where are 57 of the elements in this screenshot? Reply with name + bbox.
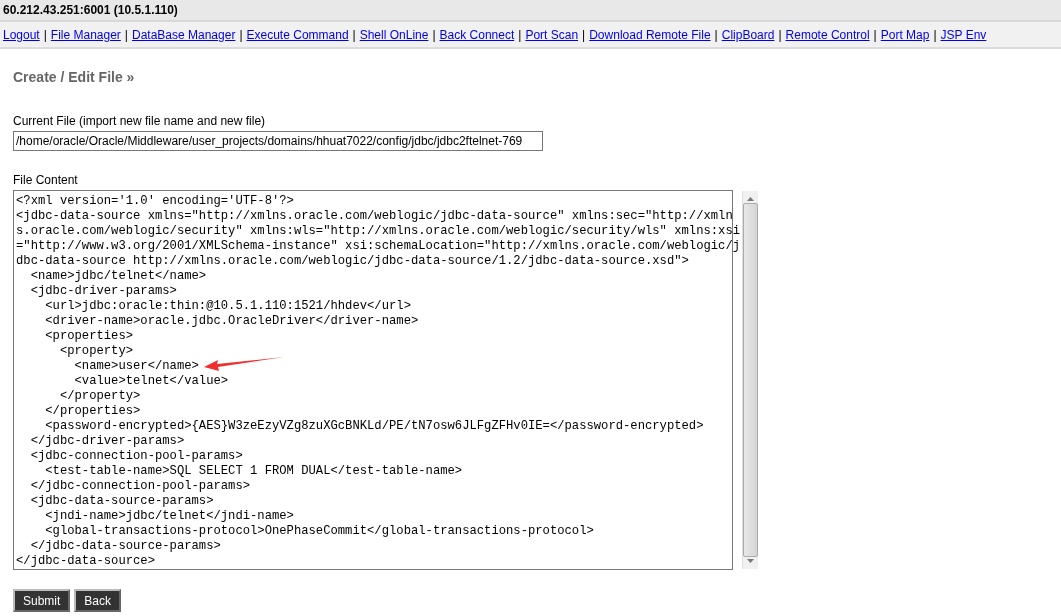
code-line: <global-transactions-protocol>OnePhaseCommit</global-transactions-protocol>: [44, 524, 594, 539]
link-separator: |: [43, 27, 47, 42]
nav-link[interactable]: File Manager: [50, 27, 121, 42]
link-separator: |: [432, 27, 436, 42]
link-separator: |: [873, 27, 877, 42]
nav-link[interactable]: Port Scan: [525, 27, 579, 42]
file-path-field[interactable]: /home/oracle/Oracle/Middleware/user_projects/domains/hhuat7022/config/jdbc/jdbc2ftelnet-769: [13, 131, 543, 151]
code-line: <jdbc-data-source xmlns="http://xmlns.oracle.com/weblogic/jdbc-data-source" xmlns:sec="http://xmln: [16, 209, 733, 224]
code-line: <url>jdbc:oracle:thin:@10.5.1.110:1521/hhdev</url>: [44, 299, 411, 314]
code-line: </jdbc-data-source>: [16, 554, 155, 569]
link-separator: |: [124, 27, 128, 42]
nav-link[interactable]: Remote Control: [785, 27, 870, 42]
field-label: Current File (import new file name and new file): [13, 114, 266, 128]
link-separator: |: [352, 27, 356, 42]
link-separator: |: [933, 27, 937, 42]
code-line: <jdbc-driver-params>: [29, 284, 177, 299]
code-line: </jdbc-connection-pool-params>: [29, 479, 251, 494]
nav-link[interactable]: JSP Env: [940, 27, 987, 42]
nav-link[interactable]: Shell OnLine: [359, 27, 429, 42]
section-heading: Create / Edit File »: [13, 69, 135, 85]
form-button[interactable]: Submit: [13, 589, 71, 612]
nav-link[interactable]: Execute Command: [246, 27, 349, 42]
code-line: <test-table-name>SQL SELECT 1 FROM DUAL</test-table-name>: [44, 464, 463, 479]
scroll-down-icon[interactable]: [747, 559, 755, 563]
field-label: File Content: [13, 173, 78, 187]
link-separator: |: [518, 27, 522, 42]
window-title: 60.212.43.251:6001 (10.5.1.110): [3, 3, 178, 17]
scroll-up-icon[interactable]: [747, 197, 755, 201]
link-separator: |: [778, 27, 782, 42]
code-line: </properties>: [44, 404, 141, 419]
link-separator: |: [239, 27, 243, 42]
code-line: </property>: [58, 389, 141, 404]
code-line: <jdbc-connection-pool-params>: [29, 449, 243, 464]
code-line: </jdbc-driver-params>: [29, 434, 185, 449]
code-line: <property>: [58, 344, 134, 359]
code-line: <name>jdbc/telnet</name>: [29, 269, 207, 284]
link-separator: |: [714, 27, 718, 42]
nav-link[interactable]: Download Remote File: [589, 27, 711, 42]
nav-link[interactable]: Logout: [3, 27, 40, 42]
code-line: <name>user</name>: [73, 359, 199, 374]
code-line: ="http://www.w3.org/2001/XMLSchema-instance" xsi:schemaLocation="http://xmlns.oracle.com/weblogic/j: [16, 239, 741, 254]
code-line: <password-encrypted>{AES}W3zeEzyVZg8zuXGcBNKLd/PE/tN7osw6JLFgZFHv0IE=</password-encrypted>: [44, 419, 704, 434]
nav-link[interactable]: Back Connect: [439, 27, 515, 42]
code-line: <jdbc-data-source-params>: [29, 494, 214, 509]
form-button[interactable]: Back: [74, 589, 122, 612]
code-line: <driver-name>oracle.jdbc.OracleDriver</driver-name>: [44, 314, 419, 329]
code-line: </jdbc-data-source-params>: [29, 539, 221, 554]
nav-link[interactable]: ClipBoard: [721, 27, 775, 42]
code-line: <jndi-name>jdbc/telnet</jndi-name>: [44, 509, 294, 524]
link-separator: |: [582, 27, 586, 42]
code-line: dbc-data-source http://xmlns.oracle.com/weblogic/jdbc-data-source/1.2/jdbc-data-source.xsd">: [16, 254, 689, 269]
nav-link[interactable]: DataBase Manager: [132, 27, 236, 42]
code-line: <properties>: [44, 329, 134, 344]
code-line: <?xml version='1.0' encoding='UTF-8'?>: [16, 194, 294, 209]
code-line: s.oracle.com/weblogic/security" xmlns:wls="http://xmlns.oracle.com/weblogic/security/wls" xmlns:xsi: [16, 224, 741, 239]
nav-link[interactable]: Port Map: [880, 27, 930, 42]
code-line: <value>telnet</value>: [73, 374, 229, 389]
